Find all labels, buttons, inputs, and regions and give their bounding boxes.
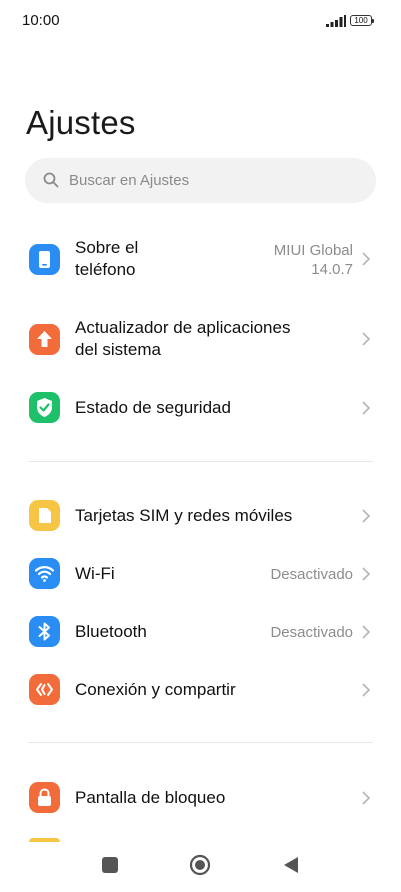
battery-level: 100 <box>354 16 368 25</box>
settings-item-label: Sobre el teléfono <box>75 238 139 279</box>
search-input[interactable] <box>69 158 349 203</box>
navigation-bar <box>0 845 401 892</box>
phone-icon <box>29 244 60 275</box>
settings-item-sim-cards[interactable]: Tarjetas SIM y redes móviles <box>0 494 401 538</box>
bluetooth-icon <box>29 616 60 647</box>
settings-item-partial <box>29 838 60 842</box>
settings-item-label: Wi-Fi <box>75 564 115 583</box>
search-icon <box>43 172 59 188</box>
connection-share-icon <box>29 674 60 705</box>
shield-check-icon <box>29 392 60 423</box>
settings-item-label: Conexión y compartir <box>75 680 236 699</box>
settings-item-value: MIUI Global 14.0.7 <box>273 242 353 278</box>
recents-icon[interactable] <box>102 857 118 873</box>
chevron-right-icon <box>362 683 371 697</box>
settings-item-connection-sharing[interactable]: Conexión y compartir <box>0 668 401 712</box>
status-time: 10:00 <box>22 12 60 29</box>
battery-icon: 100 <box>350 15 374 26</box>
chevron-right-icon <box>362 332 371 346</box>
chevron-right-icon <box>362 509 371 523</box>
signal-icon <box>326 15 346 27</box>
search-bar[interactable] <box>25 158 376 203</box>
settings-item-label: Tarjetas SIM y redes móviles <box>75 506 293 525</box>
settings-item-label: Actualizador de aplicaciones del sistema <box>75 318 291 359</box>
arrow-up-icon <box>29 324 60 355</box>
chevron-right-icon <box>362 567 371 581</box>
page-title: Ajustes <box>26 104 136 141</box>
settings-item-system-app-updater[interactable]: Actualizador de aplicaciones del sistema <box>0 316 401 366</box>
chevron-right-icon <box>362 252 371 266</box>
settings-item-label: Estado de seguridad <box>75 398 231 417</box>
lock-icon <box>29 782 60 813</box>
status-bar: 10:00 100 <box>0 0 401 44</box>
settings-item-label: Pantalla de bloqueo <box>75 788 226 807</box>
chevron-right-icon <box>362 791 371 805</box>
back-icon[interactable] <box>283 856 299 874</box>
chevron-right-icon <box>362 401 371 415</box>
settings-item-bluetooth[interactable]: Bluetooth Desactivado <box>0 610 401 654</box>
home-icon[interactable] <box>189 854 211 876</box>
settings-item-security-status[interactable]: Estado de seguridad <box>0 386 401 430</box>
settings-item-value: Desactivado <box>270 624 353 641</box>
settings-item-value: Desactivado <box>270 566 353 583</box>
chevron-right-icon <box>362 625 371 639</box>
wifi-icon <box>29 558 60 589</box>
section-divider <box>28 742 373 743</box>
settings-item-wifi[interactable]: Wi-Fi Desactivado <box>0 552 401 596</box>
settings-item-lock-screen[interactable]: Pantalla de bloqueo <box>0 776 401 820</box>
settings-item-label: Bluetooth <box>75 622 147 641</box>
settings-item-about-phone[interactable]: Sobre el teléfono MIUI Global 14.0.7 <box>0 236 401 286</box>
section-divider <box>28 461 373 462</box>
sim-card-icon <box>29 500 60 531</box>
